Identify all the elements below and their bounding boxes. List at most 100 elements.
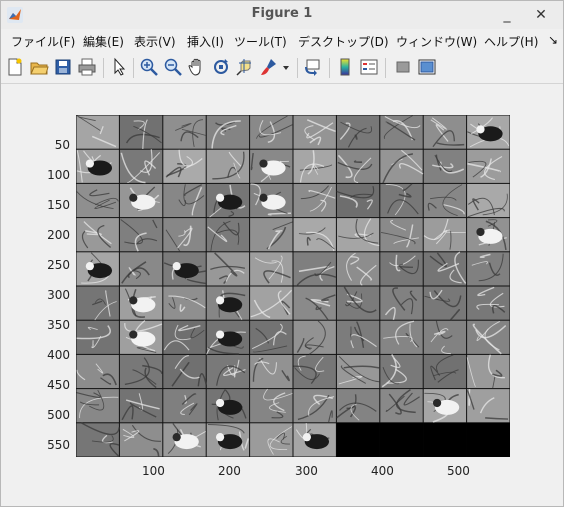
open-file-icon[interactable] <box>29 57 49 77</box>
feature-map-tile <box>76 422 120 457</box>
menu-insert[interactable]: 挿入(I) <box>187 33 224 50</box>
brush-icon[interactable] <box>259 57 279 77</box>
rotate-3d-icon[interactable] <box>211 57 231 77</box>
show-plot-tools-icon[interactable] <box>417 57 437 77</box>
y-tick-label: 350 <box>47 318 70 332</box>
feature-map-tile <box>293 115 336 149</box>
feature-map-tile <box>119 354 163 389</box>
legend-icon[interactable] <box>359 57 379 77</box>
feature-map-tile <box>206 149 250 183</box>
menu-edit[interactable]: 編集(E) <box>83 33 124 50</box>
menu-tools[interactable]: ツール(T) <box>234 33 287 50</box>
select-arrow-icon[interactable] <box>109 57 129 77</box>
feature-map-tile <box>467 218 510 252</box>
menu-desktop[interactable]: デスクトップ(D) <box>298 33 389 50</box>
feature-map-tile <box>163 423 206 457</box>
feature-map-tile <box>336 115 380 149</box>
feature-map-tile <box>206 183 250 218</box>
feature-map-tile <box>250 115 293 149</box>
feature-map-tile <box>206 320 250 355</box>
brush-dropdown-icon[interactable] <box>281 57 291 77</box>
pan-hand-icon[interactable] <box>187 57 207 77</box>
zoom-in-icon[interactable] <box>139 57 159 77</box>
colorbar-icon[interactable] <box>335 57 355 77</box>
feature-map-tile <box>336 252 380 286</box>
feature-map-tile <box>467 286 510 320</box>
feature-map-tile <box>76 183 119 218</box>
feature-map-tile <box>380 354 423 389</box>
feature-map-tile <box>163 183 206 218</box>
feature-map-tile <box>336 354 380 389</box>
figure-canvas: 50 100 150 200 250 300 350 400 450 500 5… <box>3 85 561 505</box>
feature-map-tile <box>206 115 250 149</box>
feature-map-tile <box>119 423 163 457</box>
feature-map-tile <box>293 286 336 321</box>
feature-map-tile <box>293 423 336 457</box>
feature-map-tile <box>76 218 119 252</box>
empty-tile <box>466 422 510 457</box>
feature-map-tile <box>250 320 293 354</box>
feature-map-tile <box>206 218 250 252</box>
feature-map-tile <box>119 286 163 320</box>
save-icon[interactable] <box>53 57 73 77</box>
feature-map-tile <box>423 389 467 423</box>
feature-map-tile <box>380 320 423 354</box>
feature-map-tile <box>206 286 250 320</box>
feature-map-tile <box>423 354 467 389</box>
feature-map-tile <box>293 218 336 252</box>
feature-map-tile <box>336 389 380 423</box>
feature-map-tile <box>293 252 337 286</box>
feature-map-tile <box>336 218 380 252</box>
toolbar-separator <box>329 58 330 78</box>
data-cursor-icon[interactable] <box>235 57 255 77</box>
x-tick-label: 300 <box>295 464 318 478</box>
feature-map-tile <box>163 354 207 389</box>
feature-map-tile <box>206 423 250 457</box>
feature-map-tile <box>380 252 423 286</box>
menu-window[interactable]: ウィンドウ(W) <box>396 33 477 50</box>
feature-map-tile <box>163 218 206 252</box>
feature-map-tile <box>250 149 293 183</box>
x-tick-label: 500 <box>447 464 470 478</box>
minimize-button[interactable]: _ <box>497 5 517 25</box>
y-tick-label: 400 <box>47 348 70 362</box>
window-title: Figure 1 <box>251 6 313 21</box>
y-tick-label: 450 <box>47 378 70 392</box>
feature-map-tile <box>76 286 119 321</box>
y-tick-label: 300 <box>47 288 70 302</box>
toolbar-separator <box>385 58 386 78</box>
feature-map-tile <box>336 149 380 184</box>
feature-map-tile <box>76 115 119 149</box>
menu-help[interactable]: ヘルプ(H) <box>484 33 538 50</box>
close-button[interactable]: ✕ <box>531 5 551 25</box>
figure-toolbar <box>1 53 563 84</box>
feature-map-tile <box>163 320 206 354</box>
feature-map-tile <box>336 183 380 218</box>
menu-file[interactable]: ファイル(F) <box>11 33 75 50</box>
zoom-out-icon[interactable] <box>163 57 183 77</box>
print-icon[interactable] <box>77 57 97 77</box>
feature-map-tile <box>119 218 163 252</box>
link-plot-icon[interactable] <box>303 57 323 77</box>
feature-map-tile <box>293 320 336 355</box>
feature-map-tile <box>380 286 423 321</box>
menu-bar: ファイル(F) 編集(E) 表示(V) 挿入(I) ツール(T) デスクトップ(… <box>1 30 563 52</box>
feature-map-tile <box>293 354 336 389</box>
feature-map-tile <box>119 149 163 184</box>
title-bar[interactable]: Figure 1 _ ✕ <box>1 1 563 29</box>
new-figure-icon[interactable] <box>5 57 25 77</box>
feature-map-tile <box>250 354 293 389</box>
feature-map-tile <box>206 354 250 389</box>
feature-map-tile <box>380 218 423 252</box>
y-tick-label: 100 <box>47 168 70 182</box>
feature-map-tile <box>336 320 380 354</box>
feature-map-tile <box>380 183 423 218</box>
menu-overflow-icon[interactable]: ↘ <box>548 33 558 47</box>
hide-plot-tools-icon[interactable] <box>393 57 413 77</box>
feature-map-tile <box>380 389 423 423</box>
menu-view[interactable]: 表示(V) <box>134 33 176 50</box>
toolbar-separator <box>297 58 298 78</box>
feature-map-tile <box>423 286 467 321</box>
feature-map-tile <box>250 388 293 423</box>
image-montage[interactable] <box>76 115 510 457</box>
